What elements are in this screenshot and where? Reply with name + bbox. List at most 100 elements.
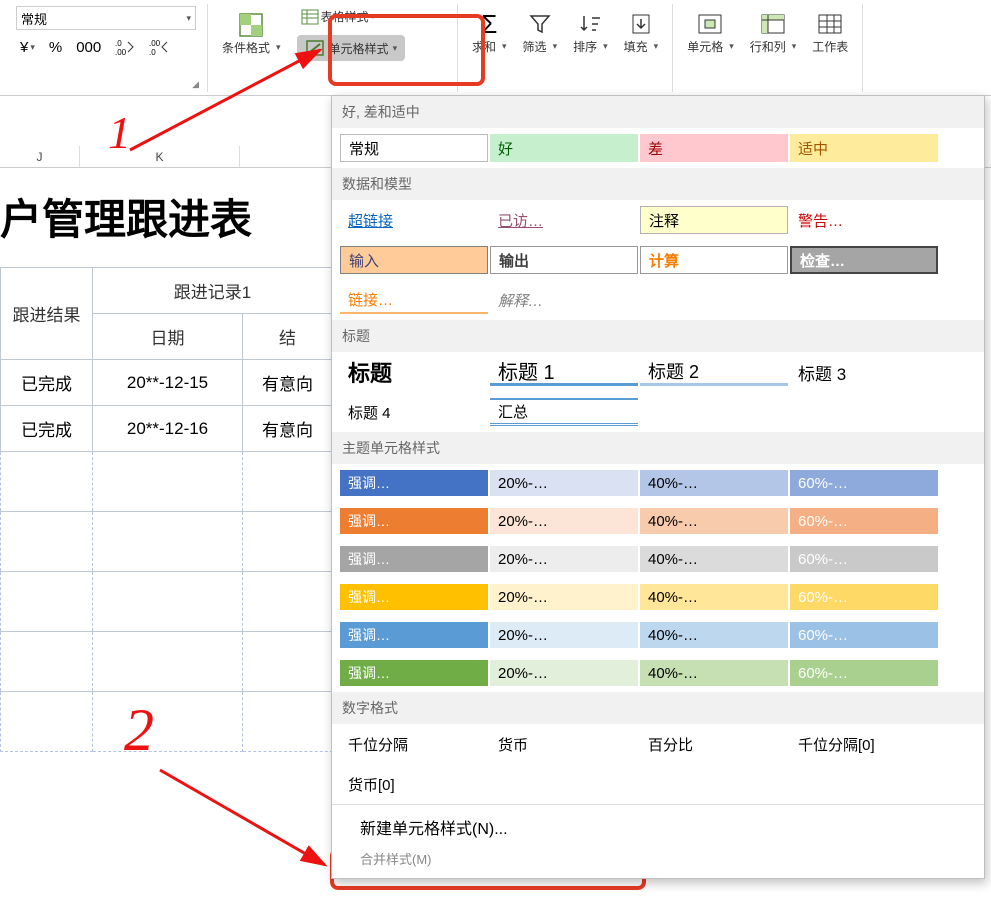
style-accent5-60[interactable]: 60%-…: [790, 622, 938, 648]
style-accent2[interactable]: 强调…: [340, 508, 488, 534]
style-accent4-40[interactable]: 40%-…: [640, 584, 788, 610]
style-hyperlink[interactable]: 超链接: [340, 206, 488, 234]
style-h4[interactable]: 标题 4: [340, 398, 488, 426]
ribbon: 常规 ▾ ¥▾ % 000 .0.00 .00.0 ◢ 条件格式▾: [0, 0, 991, 96]
number-buttons: ¥▾ % 000 .0.00 .00.0: [16, 36, 173, 58]
cell-detail[interactable]: 有意向: [243, 360, 333, 406]
style-accent5[interactable]: 强调…: [340, 622, 488, 648]
style-h3[interactable]: 标题 3: [790, 358, 938, 386]
conditional-format-button[interactable]: 条件格式▾: [216, 7, 287, 60]
svg-text:.0: .0: [115, 39, 122, 48]
filter-button[interactable]: 筛选▾: [517, 6, 564, 59]
cell-result[interactable]: 已完成: [1, 406, 93, 452]
worksheet-icon: [816, 10, 844, 38]
edit-group: Σ 求和▾ 筛选▾ 排序▾ 填充▾: [458, 4, 673, 92]
style-bad[interactable]: 差: [640, 134, 788, 162]
style-output[interactable]: 输出: [490, 246, 638, 274]
svg-text:.0: .0: [149, 48, 156, 56]
header-result: 跟进结果: [1, 268, 93, 360]
table-styles-button[interactable]: 表格样式▾: [297, 6, 406, 27]
style-accent2-40[interactable]: 40%-…: [640, 508, 788, 534]
cells-button[interactable]: 单元格▾: [681, 6, 740, 59]
style-currency[interactable]: 货币: [490, 730, 638, 758]
style-warning[interactable]: 警告…: [790, 206, 938, 234]
fill-button[interactable]: 填充▾: [618, 6, 665, 59]
style-heading[interactable]: 标题: [340, 358, 488, 386]
style-accent6[interactable]: 强调…: [340, 660, 488, 686]
new-cell-style-menu[interactable]: 新建单元格样式(N)...: [332, 805, 984, 849]
number-format-combo[interactable]: 常规 ▾: [16, 6, 196, 30]
increase-decimal-button[interactable]: .0.00: [111, 36, 139, 58]
style-accent3[interactable]: 强调…: [340, 546, 488, 572]
data-table: 跟进结果 跟进记录1 日期 结 已完成 20**-12-15 有意向 已完成 2…: [0, 267, 333, 752]
cell-styles-gallery: 好, 差和适中 常规 好 差 适中 数据和模型 超链接 已访… 注释 警告… 输…: [331, 95, 985, 879]
style-calc[interactable]: 计算: [640, 246, 788, 274]
style-accent4-20[interactable]: 20%-…: [490, 584, 638, 610]
col-header-k[interactable]: K: [80, 146, 240, 167]
style-accent6-20[interactable]: 20%-…: [490, 660, 638, 686]
style-accent3-60[interactable]: 60%-…: [790, 546, 938, 572]
cell-styles-icon: [305, 39, 325, 57]
worksheet-button[interactable]: 工作表: [806, 6, 854, 59]
svg-text:.00: .00: [115, 48, 127, 56]
rowcol-icon: [759, 10, 787, 38]
sort-icon: [576, 10, 604, 38]
style-accent1-40[interactable]: 40%-…: [640, 470, 788, 496]
style-explain[interactable]: 解释…: [490, 286, 638, 314]
style-thousand[interactable]: 千位分隔: [340, 730, 488, 758]
dialog-launcher-icon[interactable]: ◢: [192, 79, 199, 90]
style-accent5-40[interactable]: 40%-…: [640, 622, 788, 648]
style-accent2-20[interactable]: 20%-…: [490, 508, 638, 534]
chevron-down-icon: ▾: [186, 13, 191, 24]
style-accent4[interactable]: 强调…: [340, 584, 488, 610]
style-accent6-40[interactable]: 40%-…: [640, 660, 788, 686]
style-accent1-60[interactable]: 60%-…: [790, 470, 938, 496]
style-h1[interactable]: 标题 1: [490, 358, 638, 386]
style-accent4-60[interactable]: 60%-…: [790, 584, 938, 610]
style-check[interactable]: 检查…: [790, 246, 938, 274]
style-visited[interactable]: 已访…: [490, 206, 638, 234]
style-normal[interactable]: 常规: [340, 134, 488, 162]
style-accent1-20[interactable]: 20%-…: [490, 470, 638, 496]
number-format-value: 常规: [21, 9, 47, 28]
style-percent[interactable]: 百分比: [640, 730, 788, 758]
style-link[interactable]: 链接…: [340, 286, 488, 314]
style-accent3-40[interactable]: 40%-…: [640, 546, 788, 572]
annotation-arrow-2: [150, 760, 350, 880]
style-currency0[interactable]: 货币[0]: [340, 770, 488, 798]
style-h2[interactable]: 标题 2: [640, 358, 788, 386]
style-accent2-60[interactable]: 60%-…: [790, 508, 938, 534]
header-record: 跟进记录1: [93, 268, 333, 314]
merge-style-menu[interactable]: 合并样式(M): [332, 849, 984, 878]
style-accent1[interactable]: 强调…: [340, 470, 488, 496]
style-accent5-20[interactable]: 20%-…: [490, 622, 638, 648]
row-col-button[interactable]: 行和列▾: [744, 6, 803, 59]
style-input[interactable]: 输入: [340, 246, 488, 274]
percent-button[interactable]: %: [45, 37, 66, 58]
sum-button[interactable]: Σ 求和▾: [466, 6, 513, 59]
style-accent3-20[interactable]: 20%-…: [490, 546, 638, 572]
cell-result[interactable]: 已完成: [1, 360, 93, 406]
sort-button[interactable]: 排序▾: [567, 6, 614, 59]
cell-date[interactable]: 20**-12-15: [93, 360, 243, 406]
cell-date[interactable]: 20**-12-16: [93, 406, 243, 452]
style-summary[interactable]: 汇总: [490, 398, 638, 426]
decrease-decimal-button[interactable]: .00.0: [145, 36, 173, 58]
cell-detail[interactable]: 有意向: [243, 406, 333, 452]
style-neutral[interactable]: 适中: [790, 134, 938, 162]
conditional-format-icon: [237, 11, 265, 39]
thousand-button[interactable]: 000: [72, 37, 105, 58]
style-good[interactable]: 好: [490, 134, 638, 162]
cell-styles-button[interactable]: 单元格样式▾: [297, 35, 406, 61]
table-styles-icon: [301, 9, 319, 25]
currency-button[interactable]: ¥▾: [16, 37, 39, 58]
header-date: 日期: [93, 314, 243, 360]
col-header-j[interactable]: J: [0, 146, 80, 167]
cells-icon: [696, 10, 724, 38]
gallery-section: 标题: [332, 320, 984, 352]
style-thousand0[interactable]: 千位分隔[0]: [790, 730, 938, 758]
fill-down-icon: [627, 10, 655, 38]
style-note[interactable]: 注释: [640, 206, 788, 234]
styles-group: 条件格式▾ 表格样式▾ 单元格样式▾: [208, 4, 458, 92]
style-accent6-60[interactable]: 60%-…: [790, 660, 938, 686]
